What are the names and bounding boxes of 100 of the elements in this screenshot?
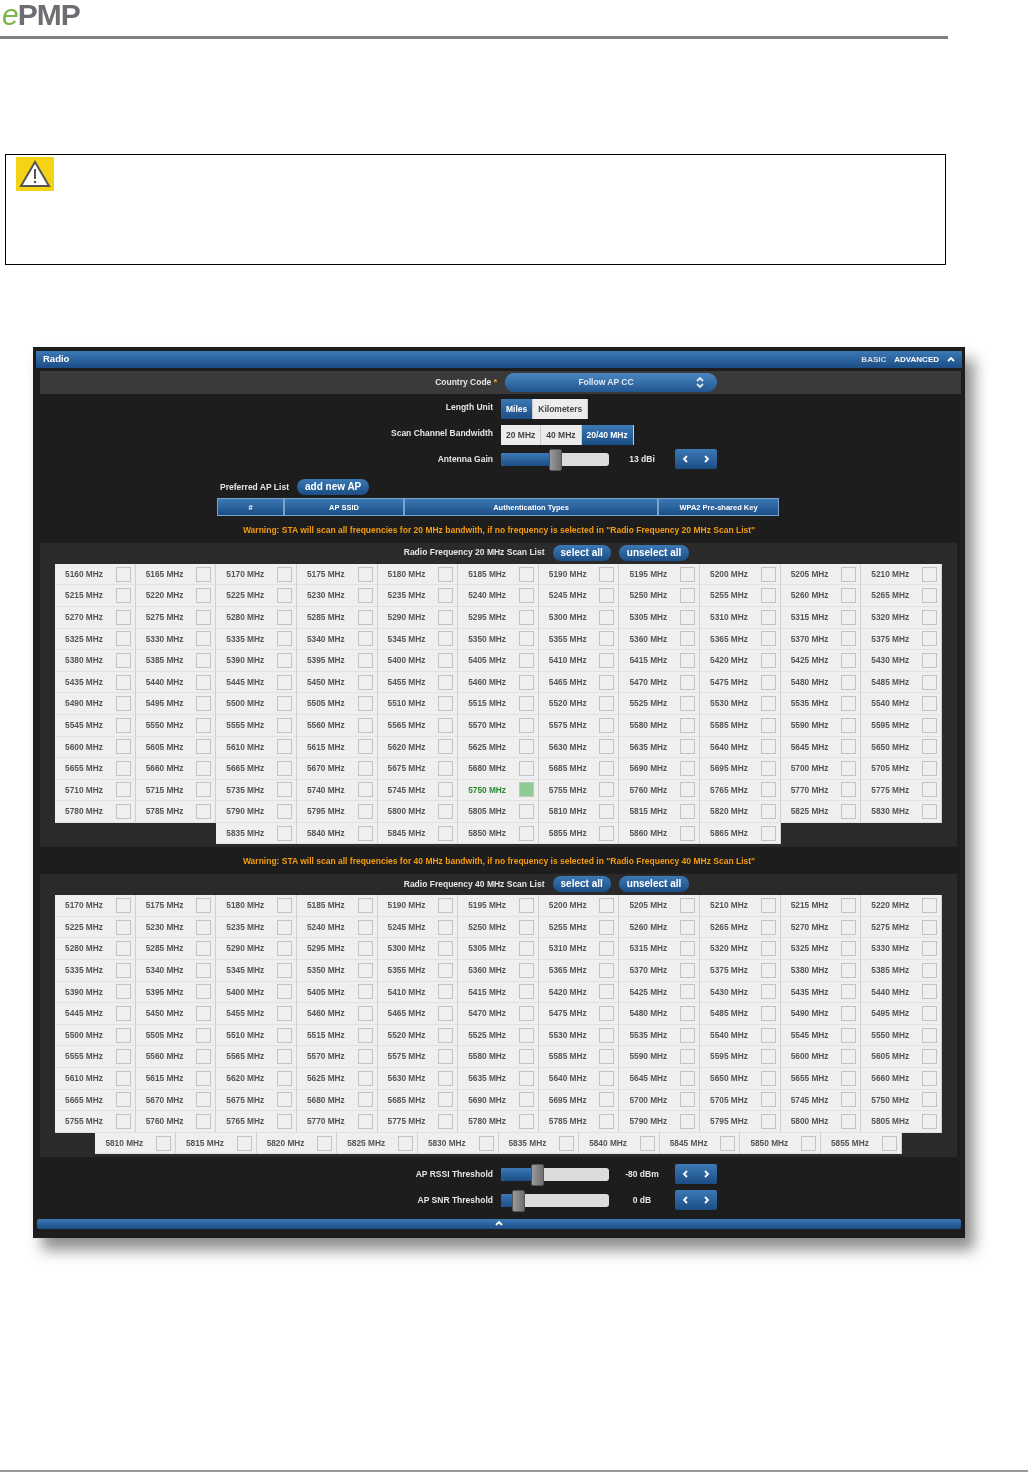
select-all-button[interactable]: select all (552, 544, 611, 561)
channel-checkbox[interactable] (276, 919, 292, 935)
channel-checkbox[interactable] (599, 962, 615, 978)
mode-tab[interactable]: BASIC (861, 353, 887, 366)
increase-button[interactable] (696, 449, 717, 469)
channel-checkbox[interactable] (680, 1027, 696, 1043)
country-code-select[interactable]: Follow AP CC (505, 373, 717, 392)
channel-checkbox[interactable] (276, 825, 292, 841)
channel-checkbox[interactable] (115, 566, 131, 582)
channel-checkbox[interactable] (921, 804, 937, 820)
channel-checkbox[interactable] (518, 631, 534, 647)
channel-checkbox[interactable] (115, 1027, 131, 1043)
channel-checkbox[interactable] (841, 588, 857, 604)
channel-checkbox[interactable] (357, 1027, 373, 1043)
channel-checkbox[interactable] (518, 962, 534, 978)
channel-checkbox[interactable] (680, 760, 696, 776)
channel-checkbox[interactable] (599, 898, 615, 913)
channel-checkbox[interactable] (760, 1113, 776, 1129)
channel-checkbox[interactable] (276, 1049, 292, 1065)
channel-checkbox[interactable] (196, 804, 212, 820)
channel-checkbox[interactable] (680, 984, 696, 1000)
channel-checkbox[interactable] (921, 919, 937, 935)
channel-checkbox[interactable] (841, 717, 857, 733)
channel-checkbox[interactable] (841, 984, 857, 1000)
channel-checkbox[interactable] (680, 717, 696, 733)
slider-thumb[interactable] (531, 1164, 545, 1187)
collapse-bar[interactable] (37, 1219, 961, 1230)
channel-checkbox[interactable] (438, 825, 454, 841)
channel-checkbox[interactable] (276, 717, 292, 733)
increase-button[interactable] (696, 1164, 717, 1185)
channel-checkbox[interactable] (760, 1049, 776, 1065)
channel-checkbox[interactable] (115, 631, 131, 647)
channel-checkbox[interactable] (518, 898, 534, 913)
channel-checkbox[interactable] (639, 1135, 655, 1151)
channel-checkbox[interactable] (276, 962, 292, 978)
channel-checkbox[interactable] (438, 804, 454, 820)
increase-button[interactable] (696, 1190, 717, 1211)
channel-checkbox[interactable] (760, 941, 776, 957)
channel-checkbox[interactable] (196, 696, 212, 712)
channel-checkbox[interactable] (357, 804, 373, 820)
channel-checkbox[interactable] (760, 1027, 776, 1043)
channel-checkbox[interactable] (196, 1113, 212, 1129)
channel-checkbox[interactable] (518, 696, 534, 712)
channel-checkbox[interactable] (760, 825, 776, 841)
channel-checkbox[interactable] (680, 631, 696, 647)
channel-checkbox[interactable] (680, 609, 696, 625)
channel-checkbox[interactable] (357, 898, 373, 913)
channel-checkbox[interactable] (156, 1135, 171, 1151)
channel-checkbox[interactable] (438, 760, 454, 776)
channel-checkbox[interactable] (276, 652, 292, 668)
channel-checkbox[interactable] (438, 1006, 454, 1021)
channel-checkbox[interactable] (115, 898, 131, 913)
channel-checkbox[interactable] (115, 1092, 131, 1108)
channel-checkbox[interactable] (921, 984, 937, 1000)
channel-checkbox[interactable] (599, 825, 615, 841)
channel-checkbox[interactable] (438, 782, 454, 798)
channel-checkbox[interactable] (680, 919, 696, 935)
channel-checkbox[interactable] (518, 652, 534, 668)
mode-tab[interactable]: ADVANCED (894, 353, 939, 366)
channel-checkbox[interactable] (599, 674, 615, 690)
channel-checkbox[interactable] (438, 696, 454, 712)
channel-checkbox[interactable] (397, 1135, 413, 1151)
channel-checkbox[interactable] (357, 760, 373, 776)
channel-checkbox[interactable] (357, 696, 373, 712)
channel-checkbox[interactable] (680, 962, 696, 978)
channel-checkbox[interactable] (196, 1006, 212, 1021)
channel-checkbox[interactable] (438, 739, 454, 755)
channel-checkbox[interactable] (438, 1092, 454, 1108)
channel-checkbox[interactable] (801, 1135, 816, 1151)
channel-checkbox[interactable] (276, 1113, 292, 1129)
channel-checkbox[interactable] (599, 696, 615, 712)
slider-thumb[interactable] (511, 1190, 525, 1213)
channel-checkbox[interactable] (196, 652, 212, 668)
channel-checkbox[interactable] (276, 804, 292, 820)
channel-checkbox[interactable] (196, 898, 212, 913)
channel-checkbox[interactable] (599, 631, 615, 647)
channel-checkbox[interactable] (760, 962, 776, 978)
channel-checkbox[interactable] (196, 739, 212, 755)
channel-checkbox[interactable] (518, 588, 534, 604)
channel-checkbox[interactable] (599, 782, 615, 798)
channel-checkbox[interactable] (760, 919, 776, 935)
channel-checkbox[interactable] (760, 631, 776, 647)
channel-checkbox[interactable] (115, 609, 131, 625)
channel-checkbox[interactable] (841, 1092, 857, 1108)
channel-checkbox[interactable] (841, 739, 857, 755)
channel-checkbox[interactable] (921, 1113, 937, 1129)
channel-checkbox[interactable] (115, 739, 131, 755)
channel-checkbox[interactable] (680, 898, 696, 913)
channel-checkbox[interactable] (921, 782, 937, 798)
channel-checkbox[interactable] (599, 588, 615, 604)
channel-checkbox[interactable] (357, 566, 373, 582)
channel-checkbox[interactable] (881, 1135, 897, 1151)
channel-checkbox[interactable] (680, 588, 696, 604)
channel-checkbox[interactable] (841, 941, 857, 957)
unselect-all-button[interactable]: unselect all (618, 544, 690, 561)
channel-checkbox[interactable] (115, 588, 131, 604)
channel-checkbox[interactable] (760, 717, 776, 733)
channel-checkbox[interactable] (680, 825, 696, 841)
channel-checkbox[interactable] (317, 1135, 333, 1151)
channel-checkbox[interactable] (921, 739, 937, 755)
